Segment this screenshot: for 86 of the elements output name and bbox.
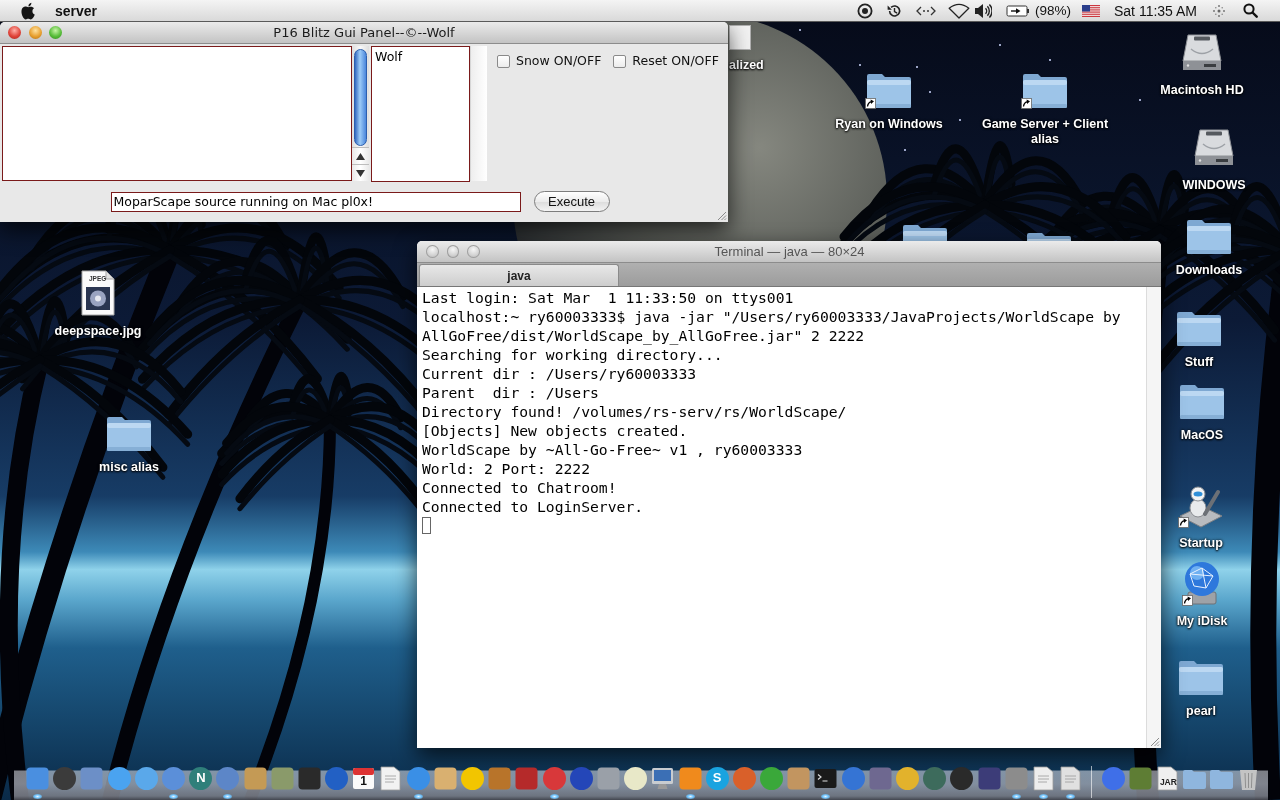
scrollbar-thumb[interactable] bbox=[354, 49, 367, 146]
terminal-line: World: 2 Port: 2222 bbox=[422, 459, 590, 478]
app-icon[interactable] bbox=[704, 766, 730, 791]
command-field[interactable]: MoparScape source running on Mac pl0x! bbox=[110, 191, 521, 212]
resize-grip-icon[interactable] bbox=[1149, 736, 1160, 747]
angle-brackets-icon[interactable] bbox=[915, 4, 936, 17]
folder-icon[interactable] bbox=[1175, 309, 1223, 347]
folder-icon[interactable] bbox=[1178, 382, 1226, 420]
terminal-line: Connected to LoginServer. bbox=[422, 497, 644, 516]
folder-icon[interactable] bbox=[105, 414, 153, 452]
app-icon[interactable] bbox=[623, 766, 649, 791]
app-icon[interactable] bbox=[895, 766, 920, 791]
desktop-icon-label[interactable]: Downloads bbox=[1175, 263, 1243, 278]
terminal-line: [Objects] New objects created. bbox=[422, 421, 688, 440]
calendar-day: 1 bbox=[360, 775, 367, 788]
battery-percentage: (98%) bbox=[1034, 1, 1071, 20]
tab[interactable]: java bbox=[419, 264, 619, 286]
app-icon[interactable] bbox=[460, 766, 485, 791]
desktop-icon-label[interactable]: pearl bbox=[1186, 704, 1216, 719]
wifi-icon[interactable] bbox=[947, 2, 970, 19]
image-file-icon[interactable] bbox=[80, 270, 116, 316]
desktop-icon-label[interactable]: Ryan on Windows bbox=[835, 117, 943, 132]
icon-letter: N bbox=[196, 770, 206, 786]
terminal-line: Parent dir : /Users bbox=[422, 383, 599, 402]
desktop-icon-label[interactable]: deepspace.jpg bbox=[54, 324, 142, 339]
text-area-field[interactable] bbox=[2, 46, 352, 181]
icon-letter: S bbox=[712, 770, 722, 786]
terminal-line: Current dir : /Users/ry60003333 bbox=[422, 364, 697, 383]
desktop-icon-label[interactable]: Macintosh HD bbox=[1160, 83, 1244, 98]
desktop-icon-label[interactable]: Stuff bbox=[1184, 355, 1214, 370]
folder-icon[interactable] bbox=[1021, 71, 1069, 109]
cursor-icon bbox=[422, 517, 431, 534]
checkbox-label[interactable]: Reset ON/OFF bbox=[632, 53, 719, 69]
checkbox[interactable] bbox=[613, 54, 627, 68]
app-menu[interactable]: server bbox=[55, 1, 98, 20]
clock-arrow-icon[interactable] bbox=[885, 2, 902, 19]
checkbox[interactable] bbox=[497, 54, 510, 68]
execute-button[interactable]: Execute bbox=[533, 191, 610, 212]
document-icon[interactable] bbox=[1058, 766, 1084, 791]
terminal-line: WorldScape by ~All-Go-Free~ v1 , ry60003333 bbox=[422, 440, 803, 459]
status-circle-icon[interactable] bbox=[856, 2, 873, 19]
scroll-down-button[interactable] bbox=[352, 164, 369, 181]
close-button[interactable] bbox=[8, 26, 21, 39]
flag-icon[interactable] bbox=[1082, 4, 1100, 17]
down-arrow-icon bbox=[356, 169, 365, 177]
terminal-line: Last login: Sat Mar 1 11:33:50 on ttys001 bbox=[422, 288, 794, 307]
document-icon[interactable] bbox=[378, 766, 404, 791]
desktop-icon-label[interactable]: MacOS bbox=[1180, 428, 1224, 443]
terminal-line: Searching for working directory... bbox=[422, 345, 723, 364]
up-arrow-icon bbox=[356, 152, 365, 160]
monitor-icon[interactable] bbox=[650, 766, 676, 791]
app-icon[interactable] bbox=[106, 766, 132, 791]
desktop-icon-label[interactable]: WINDOWS bbox=[1182, 178, 1246, 193]
folder-icon[interactable] bbox=[1177, 658, 1225, 696]
document-icon[interactable] bbox=[1154, 766, 1180, 791]
folder-icon[interactable] bbox=[865, 71, 913, 109]
apple-icon[interactable] bbox=[20, 1, 36, 20]
user-list-item[interactable]: Wolf bbox=[372, 49, 406, 65]
battery-icon[interactable] bbox=[1005, 4, 1030, 17]
desktop-icon-label[interactable]: My iDisk bbox=[1176, 614, 1228, 629]
menu-clock[interactable]: Sat 11:35 AM bbox=[1114, 1, 1197, 20]
scrollbar-track[interactable] bbox=[1146, 287, 1161, 748]
terminal-line: localhost:~ ry60003333$ java -jar "/Users/ry60003333/JavaProjects/WorldScape by AllGoFree/dist/WorldScape_by_AllGoFree.jar" 2 2222 bbox=[422, 307, 1122, 345]
resize-grip-icon[interactable] bbox=[716, 210, 727, 221]
window-title: P16 Blitz Gui Panel--©--Wolf bbox=[273, 25, 455, 40]
folder-icon[interactable] bbox=[1185, 217, 1233, 255]
scrollbar[interactable] bbox=[352, 46, 369, 181]
app-icon[interactable] bbox=[188, 766, 214, 791]
desktop-icon-label[interactable]: Startup bbox=[1179, 536, 1223, 551]
file-type-label: JAR bbox=[1159, 777, 1177, 787]
checkbox-label[interactable]: Snow ON/OFF bbox=[516, 53, 602, 69]
terminal-line: Connected to Chatroom! bbox=[422, 478, 617, 497]
terminal-line: Directory found! /volumes/rs-serv/rs/WorldScape/ bbox=[422, 402, 847, 421]
desktop-icon-label[interactable]: misc alias bbox=[99, 460, 159, 475]
desktop-icon-label[interactable]: Game Server + Client alias bbox=[975, 117, 1115, 147]
terminal-icon[interactable] bbox=[813, 766, 839, 791]
calendar-icon[interactable] bbox=[351, 766, 377, 791]
globe-icon[interactable] bbox=[1182, 560, 1222, 606]
search-icon[interactable] bbox=[1243, 3, 1258, 18]
document-icon[interactable] bbox=[1030, 766, 1056, 791]
scrollbar-track[interactable] bbox=[470, 46, 487, 181]
speaker-icon[interactable] bbox=[973, 2, 992, 19]
scroll-up-button[interactable] bbox=[352, 147, 369, 164]
window-title: Terminal — java — 80×24 bbox=[714, 244, 865, 259]
sparkle-icon[interactable] bbox=[1212, 3, 1226, 18]
desktop-icon-label[interactable]: alized bbox=[729, 58, 764, 73]
